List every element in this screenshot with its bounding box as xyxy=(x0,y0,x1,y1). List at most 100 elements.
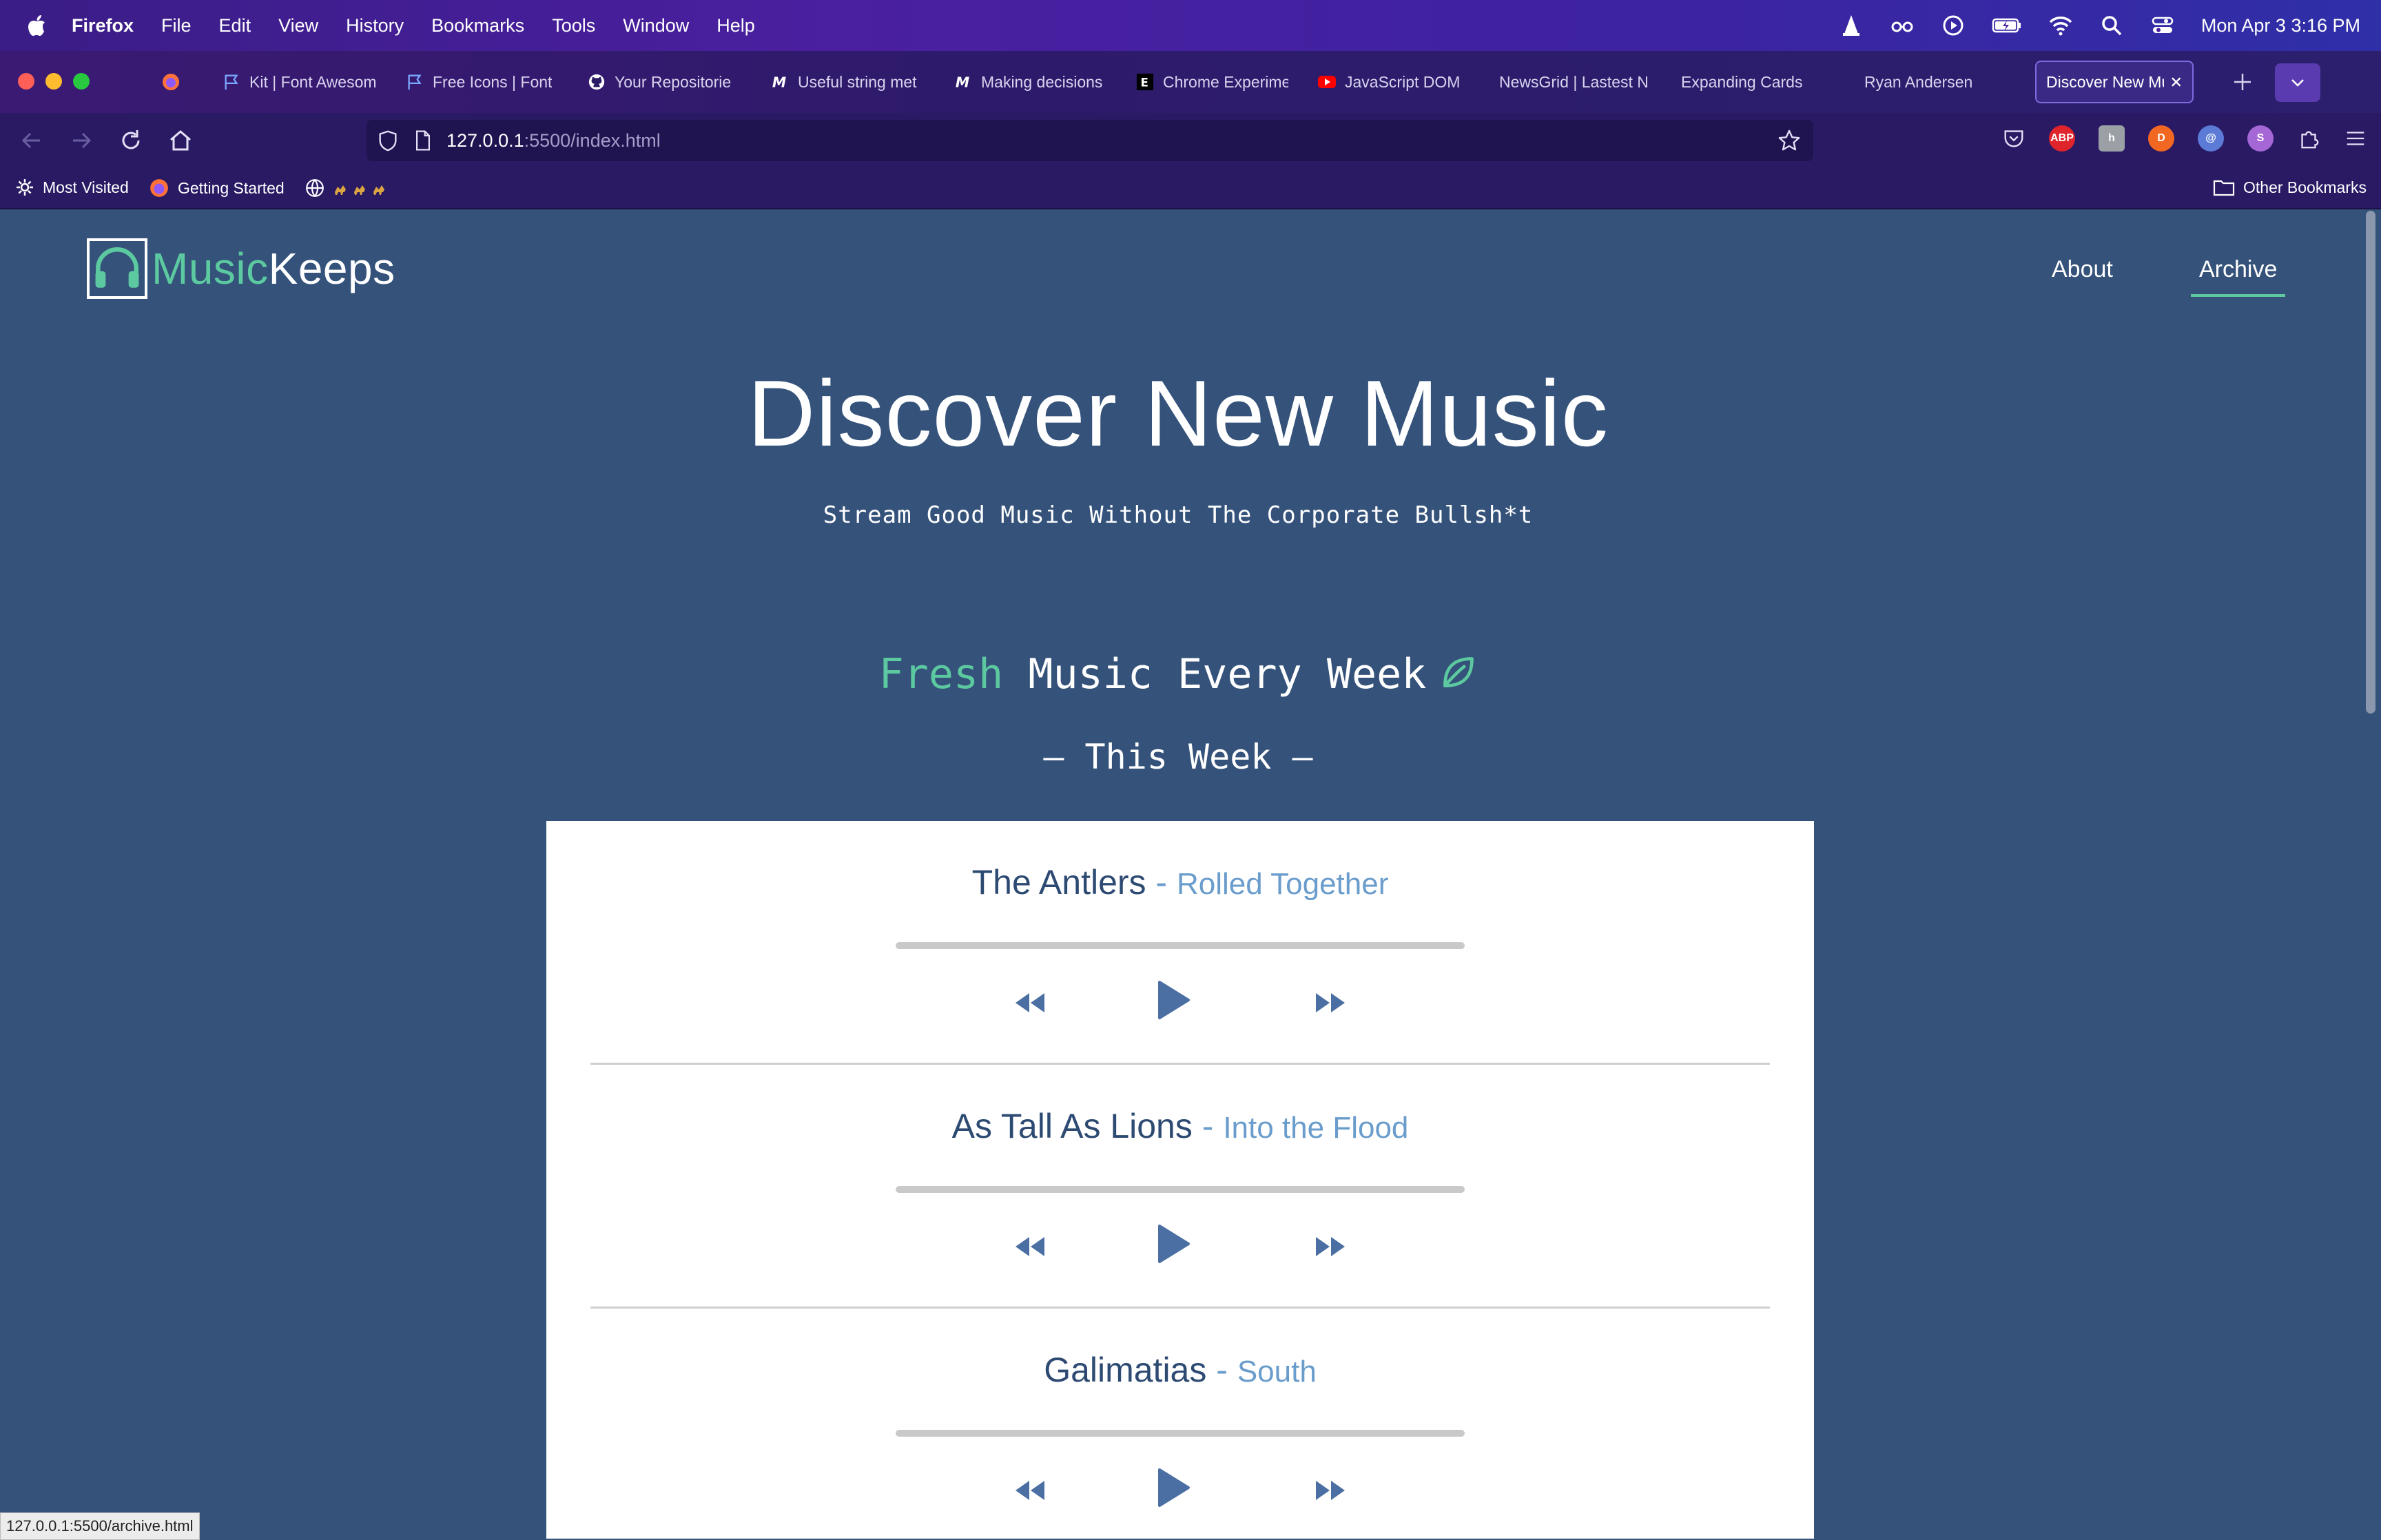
svg-text:M: M xyxy=(772,74,786,90)
menu-edit[interactable]: Edit xyxy=(219,15,251,37)
song-title: Galimatias - South xyxy=(590,1350,1770,1390)
s-extension-icon[interactable]: S xyxy=(2247,125,2274,152)
bookmark-label: Getting Started xyxy=(178,178,285,197)
control-center-icon[interactable] xyxy=(2150,13,2175,38)
adblock-plus-icon[interactable]: ABP xyxy=(2049,125,2075,152)
zoom-window-button[interactable] xyxy=(73,73,90,90)
privacy-extension-icon[interactable]: @ xyxy=(2198,125,2224,152)
rewind-icon[interactable] xyxy=(1013,1234,1049,1259)
vlc-icon[interactable] xyxy=(1839,13,1864,38)
tab-chrome-experiments[interactable]: E Chrome Experime xyxy=(1135,61,1288,103)
forward-arrow-icon[interactable] xyxy=(68,127,95,154)
url-bar[interactable]: 127.0.0.1:5500/index.html xyxy=(367,120,1813,161)
tab-label: Discover New Mus xyxy=(2046,72,2164,91)
tab-ryan-andersen[interactable]: Ryan Andersen xyxy=(1864,61,2017,103)
play-icon[interactable] xyxy=(1155,979,1191,1021)
tab-label: Free Icons | Font xyxy=(433,72,553,91)
back-arrow-icon[interactable] xyxy=(18,127,45,154)
battery-icon[interactable] xyxy=(1992,13,2022,38)
menu-history[interactable]: History xyxy=(346,15,404,37)
tab-discover-new-music[interactable]: Discover New Mus xyxy=(2035,61,2194,103)
firefox-icon xyxy=(161,72,181,92)
nav-link-about[interactable]: About xyxy=(2052,256,2113,283)
nav-link-archive[interactable]: Archive xyxy=(2191,256,2286,297)
fast-forward-icon[interactable] xyxy=(1312,990,1348,1015)
bookmark-other-bookmarks[interactable]: Other Bookmarks xyxy=(2213,178,2367,197)
menu-tools[interactable]: Tools xyxy=(552,15,595,37)
tab-label: Chrome Experime xyxy=(1163,72,1288,91)
glasses-icon[interactable] xyxy=(1890,13,1915,38)
menu-app-firefox[interactable]: Firefox xyxy=(72,15,134,37)
play-icon[interactable] xyxy=(1155,1467,1191,1508)
hamburger-menu-icon[interactable] xyxy=(2344,127,2367,150)
logo-music-text: Music xyxy=(152,244,269,293)
shield-icon[interactable] xyxy=(376,129,400,152)
tab-label: Useful string met xyxy=(798,72,917,91)
tab-github-repositories[interactable]: Your Repositorie xyxy=(587,61,740,103)
this-week-heading: — This Week — xyxy=(1043,737,1313,777)
tab-useful-string-methods[interactable]: M Useful string met xyxy=(770,61,922,103)
extensions-toolbar: ABP h D @ S xyxy=(2002,125,2367,152)
bookmark-label: Most Visited xyxy=(43,178,129,196)
page-icon[interactable] xyxy=(413,129,433,152)
tab-newsgrid[interactable]: NewsGrid | Lastest N xyxy=(1499,61,1652,103)
rewind-icon[interactable] xyxy=(1013,990,1049,1015)
url-path: :5500/index.html xyxy=(524,129,661,151)
bookmark-getting-started[interactable]: Getting Started xyxy=(149,178,285,198)
tab-label: Ryan Andersen xyxy=(1864,72,1973,91)
menu-view[interactable]: View xyxy=(278,15,318,37)
menu-window[interactable]: Window xyxy=(623,15,689,37)
tab-label: Making decisions xyxy=(981,72,1103,91)
tab-expanding-cards[interactable]: Expanding Cards xyxy=(1681,61,1834,103)
progress-bar[interactable] xyxy=(896,1186,1465,1193)
fast-forward-icon[interactable] xyxy=(1312,1478,1348,1503)
bookmark-globe-camels[interactable] xyxy=(305,178,391,198)
song-separator: - xyxy=(1146,863,1177,902)
fast-forward-icon[interactable] xyxy=(1312,1234,1348,1259)
close-window-button[interactable] xyxy=(18,73,34,90)
menubar-clock[interactable]: Mon Apr 3 3:16 PM xyxy=(2201,15,2360,37)
globe-icon xyxy=(306,179,324,197)
apple-icon[interactable] xyxy=(26,14,47,37)
play-circle-icon[interactable] xyxy=(1941,13,1966,38)
list-all-tabs-button[interactable] xyxy=(2275,63,2320,102)
menu-file[interactable]: File xyxy=(161,15,192,37)
tab-making-decisions[interactable]: M Making decisions xyxy=(954,61,1105,103)
pocket-icon[interactable] xyxy=(2002,127,2026,150)
new-tab-icon[interactable] xyxy=(2232,72,2253,92)
bookmark-star-icon[interactable] xyxy=(1777,129,1801,152)
tab-free-icons[interactable]: Free Icons | Font xyxy=(405,61,557,103)
site-logo[interactable]: MusicKeeps xyxy=(87,238,395,299)
logo-box xyxy=(87,238,147,299)
progress-bar[interactable] xyxy=(896,942,1465,949)
tab-kit-font-awesome[interactable]: Kit | Font Awesom xyxy=(222,61,376,103)
reload-icon[interactable] xyxy=(117,127,145,154)
tab-label: NewsGrid | Lastest N xyxy=(1499,72,1649,91)
firefox-icon xyxy=(150,179,168,197)
github-icon xyxy=(587,72,606,92)
wifi-icon[interactable] xyxy=(2048,13,2073,38)
duckduckgo-icon[interactable]: D xyxy=(2148,125,2174,152)
menu-bookmarks[interactable]: Bookmarks xyxy=(431,15,524,37)
tab-label: Kit | Font Awesom xyxy=(249,72,376,91)
close-tab-icon[interactable] xyxy=(2169,75,2183,89)
home-icon[interactable] xyxy=(167,127,194,154)
gear-icon xyxy=(17,179,33,196)
camel-icon xyxy=(335,185,384,195)
honey-extension-icon[interactable]: h xyxy=(2099,125,2125,152)
svg-text:E: E xyxy=(1141,76,1148,90)
scrollbar-thumb[interactable] xyxy=(2366,211,2375,714)
e-icon: E xyxy=(1135,72,1155,92)
extensions-puzzle-icon[interactable] xyxy=(2297,127,2320,150)
menu-help[interactable]: Help xyxy=(717,15,755,37)
bookmark-most-visited[interactable]: Most Visited xyxy=(15,178,129,197)
playlist-card: The Antlers - Rolled Together As Tall As… xyxy=(546,821,1814,1539)
minimize-window-button[interactable] xyxy=(45,73,62,90)
tab-javascript-dom[interactable]: JavaScript DOM xyxy=(1317,61,1469,103)
url-text[interactable]: 127.0.0.1:5500/index.html xyxy=(446,130,661,152)
rewind-icon[interactable] xyxy=(1013,1478,1049,1503)
progress-bar[interactable] xyxy=(896,1430,1465,1437)
spotlight-search-icon[interactable] xyxy=(2099,13,2124,38)
firefox-view-tab[interactable] xyxy=(161,61,192,103)
play-icon[interactable] xyxy=(1155,1223,1191,1265)
